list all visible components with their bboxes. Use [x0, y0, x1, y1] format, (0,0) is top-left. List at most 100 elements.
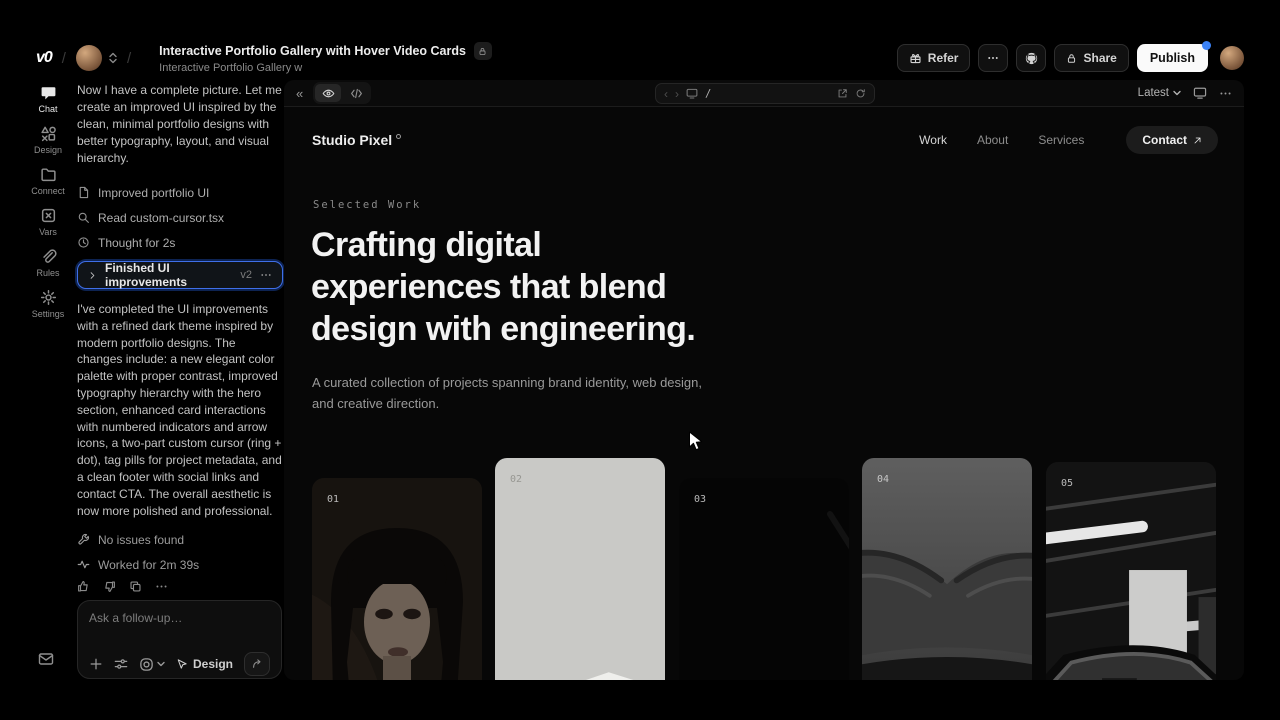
- rail-item-settings[interactable]: Settings: [24, 289, 72, 319]
- task-label: Thought for 2s: [98, 236, 175, 250]
- portfolio-card-3[interactable]: 03: [679, 478, 849, 680]
- message-actions: [77, 580, 283, 593]
- ellipsis-icon[interactable]: [260, 269, 272, 281]
- ellipsis-icon[interactable]: [1219, 87, 1232, 100]
- status-label: Worked for 2m 39s: [98, 558, 199, 572]
- version-dropdown-label: Latest: [1138, 87, 1169, 99]
- forward-icon[interactable]: ›: [675, 87, 679, 101]
- project-switcher-icon[interactable]: [109, 52, 117, 64]
- publish-notification-dot: [1202, 41, 1211, 50]
- rail-item-connect[interactable]: Connect: [24, 166, 72, 196]
- thought-icon: [77, 236, 90, 249]
- portfolio-card-1[interactable]: 01: [312, 478, 482, 680]
- url-bar[interactable]: ‹ › /: [655, 83, 875, 104]
- header-more-button[interactable]: [978, 44, 1008, 72]
- ellipsis-icon: [987, 52, 999, 64]
- inbox-icon[interactable]: [38, 652, 54, 666]
- product-image: [679, 478, 849, 680]
- screen-icon: [686, 88, 698, 99]
- lock-icon: [474, 42, 492, 60]
- design-icon: [40, 125, 57, 142]
- gear-icon: [40, 289, 57, 306]
- chat-icon: [40, 84, 57, 101]
- closeup-image: [862, 458, 1032, 680]
- task-label: Improved portfolio UI: [98, 186, 209, 200]
- rail-label: Chat: [38, 104, 57, 114]
- cursor-arrow-icon: [176, 658, 188, 670]
- follow-up-input[interactable]: [89, 611, 270, 641]
- site-brand-label: Studio Pixel: [312, 132, 392, 148]
- share-button[interactable]: Share: [1054, 44, 1128, 72]
- card-number: 02: [510, 474, 522, 485]
- device-monitor-icon[interactable]: [1193, 87, 1207, 99]
- rail-item-vars[interactable]: Vars: [24, 207, 72, 237]
- chevron-down-icon: [1173, 90, 1181, 96]
- github-button[interactable]: [1016, 44, 1046, 72]
- chat-sidebar: Now I have a complete picture. Let me cr…: [77, 82, 283, 682]
- wrench-icon: [77, 533, 90, 546]
- connect-icon: [40, 166, 57, 183]
- v0-logo[interactable]: v0: [36, 49, 52, 67]
- portfolio-card-5[interactable]: 05: [1046, 462, 1216, 680]
- collapse-panel-icon[interactable]: «: [296, 86, 303, 101]
- user-avatar[interactable]: [1220, 46, 1244, 70]
- sliders-icon[interactable]: [114, 657, 128, 671]
- copy-icon[interactable]: [129, 580, 142, 593]
- portfolio-card-4[interactable]: 04: [862, 458, 1032, 680]
- file-text-icon: [77, 186, 90, 199]
- brand-mark-icon: [396, 134, 401, 139]
- version-tag: v2: [240, 269, 252, 281]
- portfolio-card-2[interactable]: 02: [495, 458, 665, 680]
- project-title[interactable]: Interactive Portfolio Gallery with Hover…: [159, 44, 466, 58]
- share-label: Share: [1083, 51, 1116, 65]
- task-thought[interactable]: Thought for 2s: [77, 230, 283, 255]
- paperclip-icon: [40, 248, 57, 265]
- portrait-image: [312, 478, 482, 680]
- task-list: Improved portfolio UI Read custom-cursor…: [77, 180, 283, 255]
- refresh-icon[interactable]: [855, 88, 866, 99]
- ellipsis-icon[interactable]: [155, 580, 168, 593]
- code-toggle[interactable]: [343, 84, 369, 102]
- plus-icon[interactable]: [89, 657, 103, 671]
- design-label: Design: [193, 657, 233, 671]
- app-header: v0 / / Interactive Portfolio Gallery wit…: [36, 36, 1244, 80]
- task-improved-portfolio[interactable]: Improved portfolio UI: [77, 180, 283, 205]
- back-icon[interactable]: ‹: [664, 87, 668, 101]
- url-path: /: [705, 88, 711, 100]
- site-header: Studio Pixel Work About Services Contact: [312, 125, 1218, 155]
- left-rail: Chat Design Connect Vars Rules Settings: [24, 84, 72, 319]
- model-icon: [139, 657, 154, 672]
- chevron-right-icon: [88, 271, 97, 280]
- gift-icon: [909, 52, 922, 65]
- activity-icon: [77, 558, 90, 571]
- nav-link-work[interactable]: Work: [919, 133, 947, 147]
- rail-item-rules[interactable]: Rules: [24, 248, 72, 278]
- preview-eye-toggle[interactable]: [315, 84, 341, 102]
- eyebrow-label: Selected Work: [313, 199, 421, 211]
- design-mode-button[interactable]: Design: [176, 657, 233, 671]
- team-avatar[interactable]: [76, 45, 102, 71]
- rail-label: Connect: [31, 186, 65, 196]
- vars-icon: [40, 207, 57, 224]
- publish-button[interactable]: Publish: [1137, 44, 1208, 72]
- task-read-file[interactable]: Read custom-cursor.tsx: [77, 205, 283, 230]
- nav-link-about[interactable]: About: [977, 133, 1008, 147]
- contact-button[interactable]: Contact: [1126, 126, 1218, 154]
- version-dropdown[interactable]: Latest: [1138, 87, 1181, 99]
- rail-item-design[interactable]: Design: [24, 125, 72, 155]
- rail-item-chat[interactable]: Chat: [24, 84, 72, 114]
- site-brand[interactable]: Studio Pixel: [312, 132, 401, 148]
- eye-icon: [322, 87, 335, 100]
- status-no-issues: No issues found: [77, 528, 283, 551]
- refer-button[interactable]: Refer: [897, 44, 971, 72]
- rail-label: Vars: [39, 227, 57, 237]
- nav-link-services[interactable]: Services: [1038, 133, 1084, 147]
- site-canvas: Studio Pixel Work About Services Contact…: [284, 107, 1244, 680]
- thumbs-down-icon[interactable]: [103, 580, 116, 593]
- thumbs-up-icon[interactable]: [77, 580, 90, 593]
- open-external-icon[interactable]: [837, 88, 848, 99]
- version-card[interactable]: Finished UI improvements v2: [77, 261, 283, 289]
- model-selector[interactable]: [139, 657, 165, 672]
- task-label: Read custom-cursor.tsx: [98, 211, 224, 225]
- send-button[interactable]: [244, 652, 270, 676]
